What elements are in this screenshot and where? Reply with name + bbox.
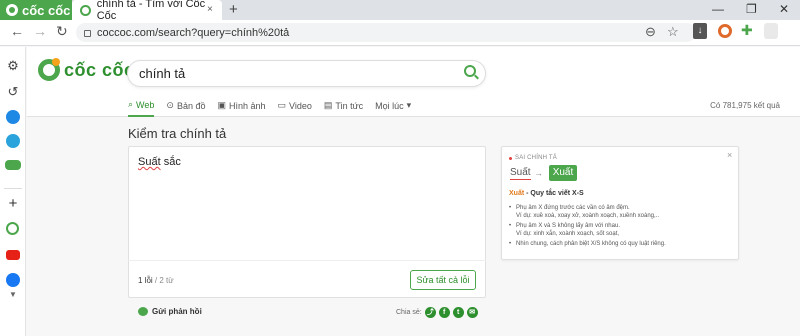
tab-close-icon[interactable]: × xyxy=(207,4,213,15)
back-icon[interactable]: ← xyxy=(10,23,24,39)
share-bar: Chia sẻ: ⤴ f t ✉ xyxy=(396,307,478,318)
error-count: 1 lỗi / 2 từ xyxy=(138,276,174,285)
forward-icon[interactable]: → xyxy=(33,23,47,39)
address-bar[interactable]: coccoc.com/search?query=chính%20tả xyxy=(76,23,696,42)
chevron-down-icon[interactable]: ▼ xyxy=(9,290,17,299)
profile-icon[interactable] xyxy=(764,23,778,39)
search-query: chính tả xyxy=(139,66,186,81)
tab-news[interactable]: ▤ Tin tức xyxy=(324,100,363,116)
correct-word: sắc xyxy=(160,156,181,168)
tab-time-filter[interactable]: Mọi lúc ▾ xyxy=(375,100,411,116)
lock-icon xyxy=(84,30,91,37)
messenger-icon[interactable] xyxy=(6,110,20,124)
history-icon[interactable]: ↺ xyxy=(5,84,21,100)
twitter-share-icon[interactable]: t xyxy=(452,307,464,318)
fix-all-button[interactable]: Sửa tất cả lỗi xyxy=(410,270,476,290)
feedback-link[interactable]: Gửi phản hồi xyxy=(138,307,202,316)
youtube-icon[interactable] xyxy=(6,250,20,260)
misspelled-word[interactable]: Suất xyxy=(138,156,161,168)
brand-label: cốc cốc xyxy=(22,2,71,18)
new-tab-button[interactable]: + xyxy=(229,1,238,18)
search-icon[interactable] xyxy=(464,65,476,77)
share-icon[interactable]: ⤴ xyxy=(424,307,436,318)
close-window-button[interactable]: ✕ xyxy=(779,2,789,16)
tab-active[interactable]: chính tả - Tìm với Cốc Cốc xyxy=(72,0,222,22)
map-pin-icon: ⊙ xyxy=(166,100,174,110)
tab-label: Video xyxy=(289,100,312,111)
coccoc-logo-icon xyxy=(38,58,60,81)
tab-label: Tin tức xyxy=(335,100,364,111)
coccoc-logo-icon xyxy=(6,4,18,16)
section-title: Kiểm tra chính tả xyxy=(128,126,227,141)
wrong-word: Suất xyxy=(510,167,531,180)
error-type-text: SAI CHÍNH TẢ xyxy=(515,155,557,161)
puzzle-icon[interactable]: ✚ xyxy=(741,22,753,39)
tab-title: chính tả - Tìm với Cốc Cốc xyxy=(96,0,206,22)
zoom-icon[interactable]: ⊖ xyxy=(645,24,656,40)
game-icon[interactable] xyxy=(5,160,21,170)
rule-title-text: - Quy tắc viết X-S xyxy=(524,190,584,197)
tab-label: Hình ảnh xyxy=(228,100,266,111)
reload-icon[interactable]: ↻ xyxy=(56,23,68,40)
rule-keyword: Xuất xyxy=(509,190,525,197)
tab-maps[interactable]: ⊙ Bản đồ xyxy=(166,100,205,116)
coccoc-icon[interactable] xyxy=(6,222,19,235)
logo-text: cốc cốc xyxy=(64,59,135,80)
rule-title: Xuất - Quy tắc viết X-S xyxy=(509,190,584,197)
rule-list: Phụ âm X đứng trước các vần có âm đệm. V… xyxy=(509,204,735,250)
close-icon[interactable]: × xyxy=(727,150,732,160)
star-icon[interactable]: ☆ xyxy=(667,24,679,40)
error-dot-icon xyxy=(509,156,512,160)
tab-video[interactable]: ▭ Video xyxy=(278,100,312,116)
suggestion-button[interactable]: Xuất xyxy=(549,165,577,181)
brand-menu-button[interactable]: cốc cốc xyxy=(0,0,72,20)
minimize-button[interactable]: — xyxy=(712,2,724,16)
error-count-value: 1 lỗi xyxy=(138,276,153,285)
arrow-right-icon: → xyxy=(534,168,543,178)
plus-icon[interactable]: + xyxy=(5,196,21,212)
url-text: coccoc.com/search?query=chính%20tả xyxy=(97,26,290,39)
gear-icon[interactable]: ⚙ xyxy=(5,58,21,74)
news-icon: ▤ xyxy=(323,100,333,110)
image-icon: ▣ xyxy=(217,100,226,110)
coccoc-extension-icon[interactable] xyxy=(718,24,732,38)
facebook-icon[interactable] xyxy=(6,273,20,287)
download-icon[interactable]: ↓ xyxy=(693,23,707,39)
maximize-button[interactable]: ❐ xyxy=(746,2,757,16)
video-icon: ▭ xyxy=(277,100,287,110)
rule-item: Nhìn chung, cách phân biệt X/S không có … xyxy=(509,240,735,248)
spellcheck-text: Suất sắc xyxy=(138,156,181,168)
word-count-value: / 2 từ xyxy=(152,276,174,285)
error-type-label: SAI CHÍNH TẢ xyxy=(509,155,557,161)
chat-bubble-icon xyxy=(138,307,148,316)
tab-favicon-icon xyxy=(80,4,91,16)
feedback-label: Gửi phản hồi xyxy=(152,307,202,316)
result-count: Có 781,975 kết quả xyxy=(710,101,780,110)
telegram-icon[interactable] xyxy=(6,134,20,148)
facebook-share-icon[interactable]: f xyxy=(438,307,450,318)
sidebar-divider xyxy=(4,188,22,189)
editor-divider xyxy=(128,260,486,261)
tab-label: Web xyxy=(136,99,155,110)
email-share-icon[interactable]: ✉ xyxy=(466,307,478,318)
search-tabs: ⌕ Web ⊙ Bản đồ ▣ Hình ảnh ▭ Video ▤ Tin tức M… xyxy=(128,99,411,117)
rule-item: Phụ âm X và S không lấy âm với nhau. Ví … xyxy=(509,222,735,238)
tab-web[interactable]: ⌕ Web xyxy=(128,99,155,117)
share-label: Chia sẻ: xyxy=(396,309,422,316)
chevron-down-icon: ▾ xyxy=(406,100,412,110)
tab-images[interactable]: ▣ Hình ảnh xyxy=(217,100,265,116)
tab-label: Bản đồ xyxy=(176,100,206,111)
rule-item: Phụ âm X đứng trước các vần có âm đệm. V… xyxy=(509,204,735,220)
tab-label: Mọi lúc xyxy=(375,100,404,111)
search-icon: ⌕ xyxy=(128,99,134,109)
logo[interactable]: cốc cốc xyxy=(38,58,135,81)
